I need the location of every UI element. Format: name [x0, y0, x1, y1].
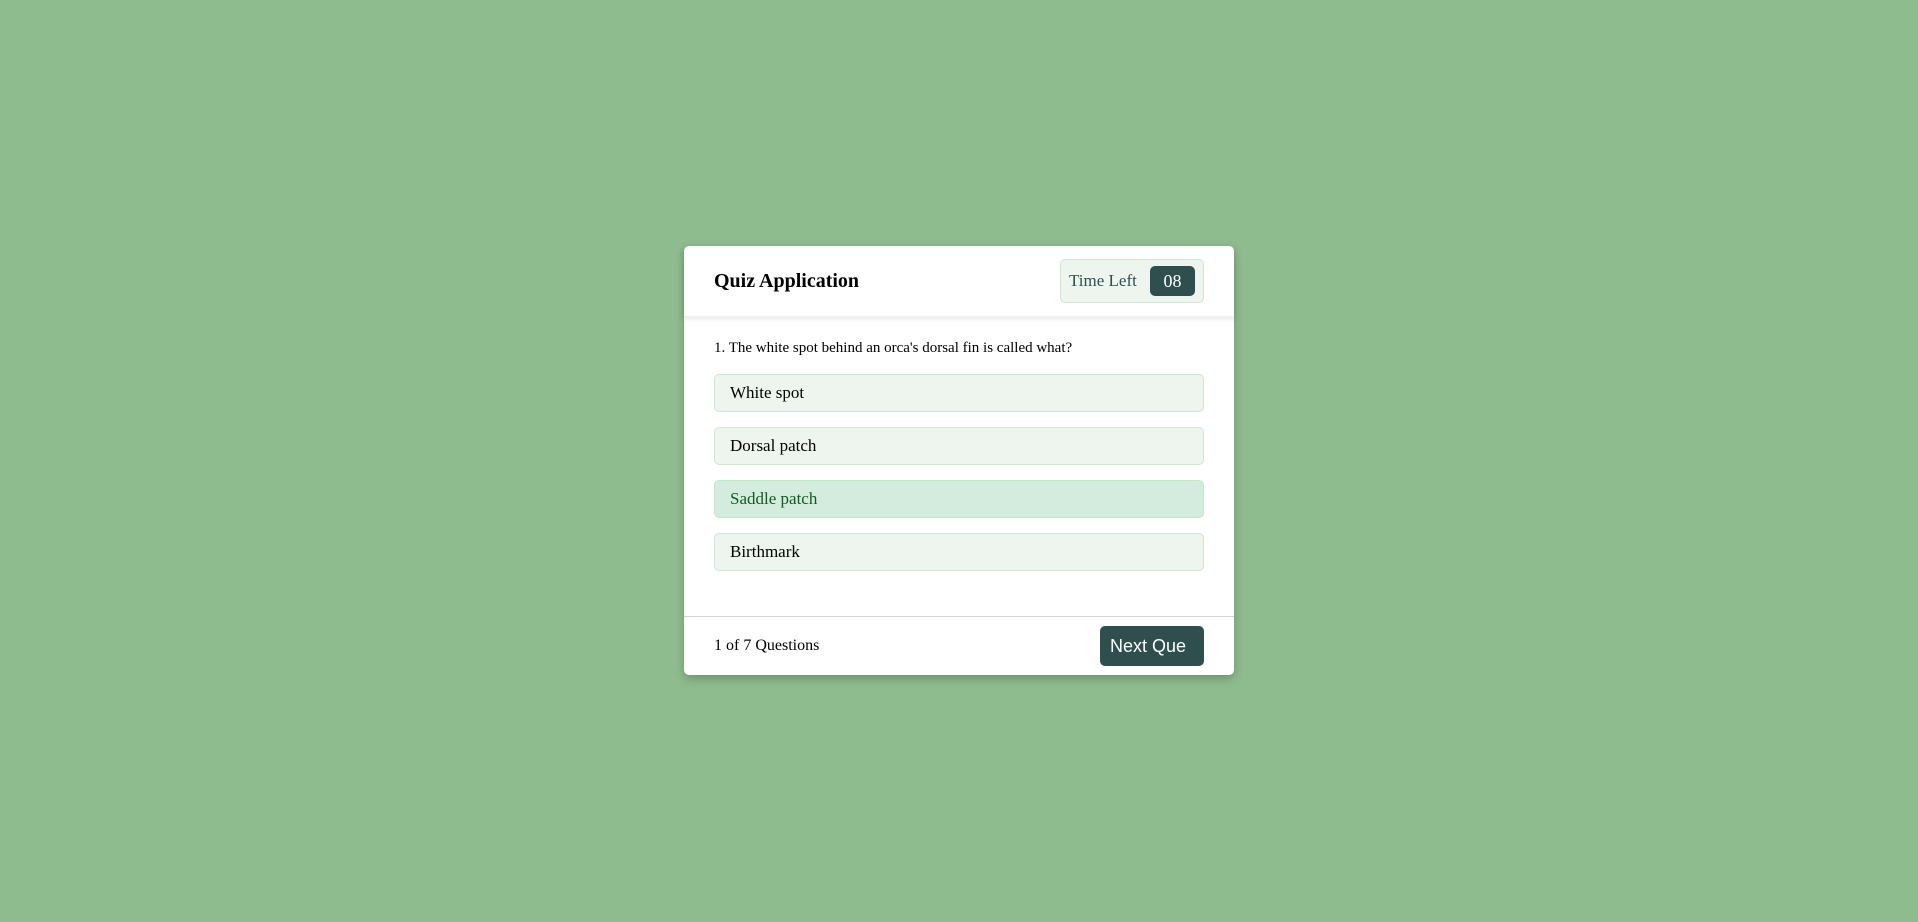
timer: Time Left 08	[1060, 259, 1204, 303]
question-text: 1. The white spot behind an orca's dorsa…	[714, 340, 1073, 356]
option-1[interactable]: White spot	[714, 374, 1204, 412]
timer-label: Time Left	[1069, 271, 1137, 290]
quiz-box: Quiz Application Time Left 08 1. The whi…	[684, 246, 1234, 675]
timer-seconds: 08	[1150, 266, 1195, 296]
counter-questions-text: Questions	[755, 637, 820, 654]
option-3[interactable]: Saddle patch	[714, 480, 1204, 518]
counter-of-text: of	[726, 637, 740, 654]
quiz-section: 1. The white spot behind an orca's dorsa…	[684, 316, 1234, 616]
option-2[interactable]: Dorsal patch	[714, 427, 1204, 465]
question-counter: 1 of 7 Questions	[714, 637, 819, 655]
quiz-header: Quiz Application Time Left 08	[684, 246, 1234, 316]
quiz-title: Quiz Application	[714, 269, 860, 292]
quiz-footer: 1 of 7 Questions Next Que	[684, 616, 1234, 675]
option-4[interactable]: Birthmark	[714, 533, 1204, 571]
total-questions-number: 7	[743, 637, 752, 654]
next-question-button[interactable]: Next Que	[1100, 626, 1204, 666]
option-list: White spot Dorsal patch Saddle patch Bir…	[714, 374, 1204, 586]
current-question-number: 1	[714, 637, 722, 654]
